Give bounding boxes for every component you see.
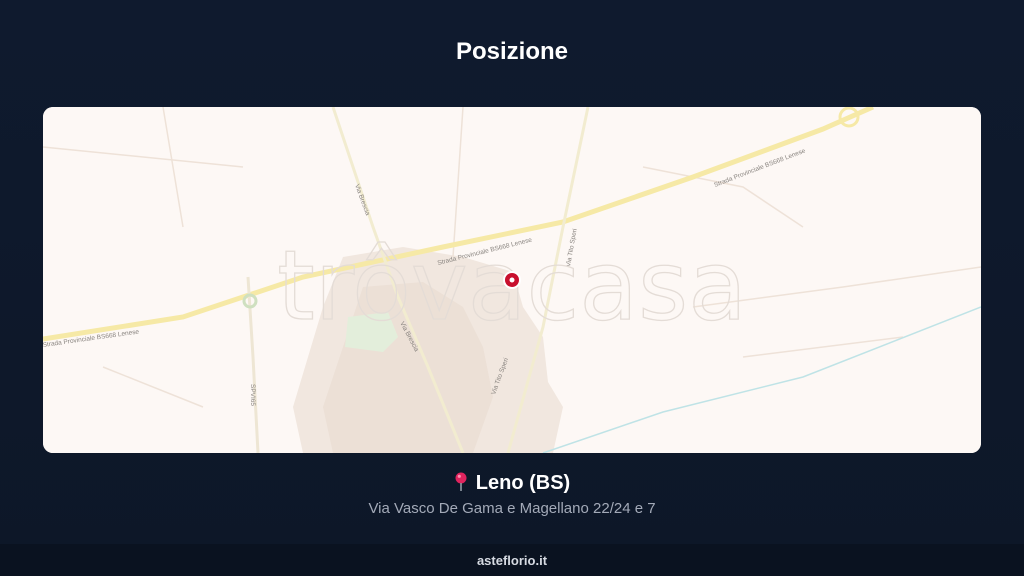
pushpin-icon <box>454 472 468 498</box>
map-marker-icon[interactable] <box>503 271 521 289</box>
road-label: SPVI65 <box>249 384 256 406</box>
footer: asteflorio.it <box>0 544 1024 576</box>
location-city: Leno (BS) <box>475 472 571 494</box>
map[interactable]: Strada Provinciale BS668 Lenese Strada P… <box>43 107 981 453</box>
footer-site[interactable]: asteflorio.it <box>0 553 1024 568</box>
location-address: Via Vasco De Gama e Magellano 22/24 e 7 <box>368 500 656 517</box>
location-title: Leno (BS) <box>0 472 1024 498</box>
map-canvas[interactable]: Strada Provinciale BS668 Lenese Strada P… <box>43 107 981 453</box>
page-title: Posizione <box>455 38 569 65</box>
